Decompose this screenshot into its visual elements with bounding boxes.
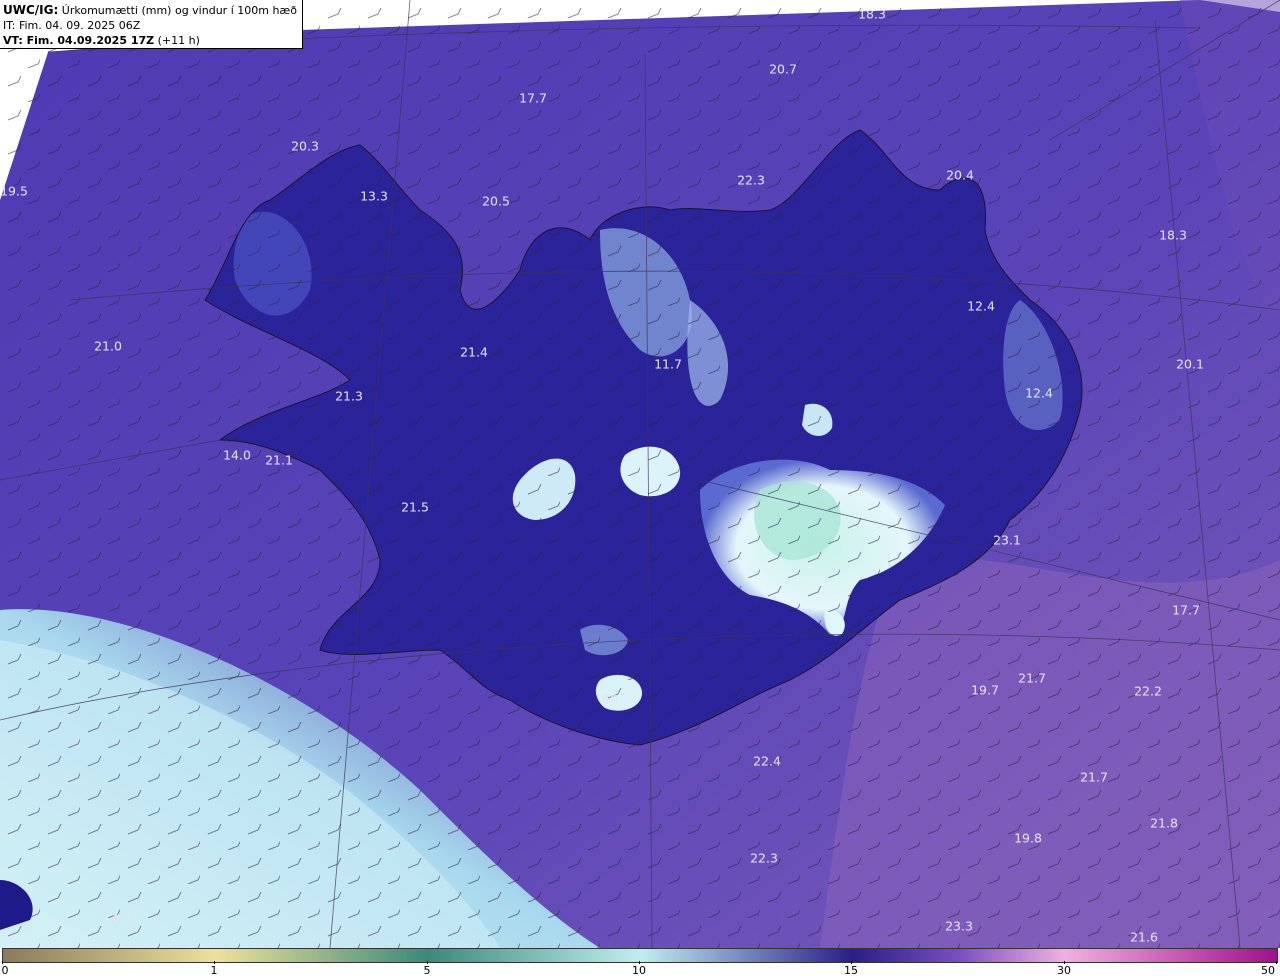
map-value-label: 21.4 — [460, 344, 488, 360]
map-value-label: 12.4 — [967, 298, 995, 314]
map-info-panel: UWC/IG: Úrkomumætti (mm) og vindur í 100… — [0, 0, 303, 49]
map-value-label: 21.1 — [265, 452, 293, 468]
map-value-label: 20.3 — [291, 138, 319, 154]
colorbar-tick-label: 50 — [1261, 964, 1275, 977]
colorbar-tick-label: 15 — [844, 964, 858, 977]
map-value-label: 14.3 — [103, 910, 131, 926]
map-value-label: 20.4 — [946, 167, 974, 183]
map-value-label: 19.5 — [0, 183, 28, 199]
map-value-label: 22.2 — [1134, 683, 1162, 699]
map-value-label: 13.3 — [360, 188, 388, 204]
colorbar: 0 1 5 10 15 30 50 — [0, 948, 1280, 978]
colorbar-tick-label: 30 — [1057, 964, 1071, 977]
colorbar-tick-label: 10 — [632, 964, 646, 977]
map-value-label: 22.4 — [753, 753, 781, 769]
map-title: UWC/IG: Úrkomumætti (mm) og vindur í 100… — [3, 3, 297, 17]
map-canvas — [0, 0, 1280, 948]
map-value-label: 20.5 — [482, 193, 510, 209]
map-value-label: 12.4 — [1025, 385, 1053, 401]
colorbar-tick-label: 1 — [210, 964, 218, 977]
map-value-label: 10 — [602, 691, 618, 707]
colorbar-tick-label: 5 — [423, 964, 431, 977]
map-value-label: 23.1 — [993, 532, 1021, 548]
map-value-label: 14.0 — [223, 447, 251, 463]
map-value-label: 21.8 — [1150, 815, 1178, 831]
map-value-label: 23.3 — [945, 918, 973, 934]
map-value-label: 11.7 — [654, 356, 682, 372]
map-value-label: 22.3 — [737, 172, 765, 188]
map-value-label: 21.7 — [1018, 670, 1046, 686]
map-value-label: 19.7 — [971, 682, 999, 698]
valid-time: VT: Fim. 04.09.2025 17Z (+11 h) — [3, 34, 200, 47]
map-value-label: 20.7 — [769, 61, 797, 77]
map-value-label: 18.3 — [1159, 227, 1187, 243]
map-value-label: 19.8 — [1014, 830, 1042, 846]
map-value-label: 18.3 — [858, 6, 886, 22]
map-value-label: 17.7 — [519, 90, 547, 106]
map-value-label: 20.1 — [1176, 356, 1204, 372]
map-value-label: 17.7 — [1172, 602, 1200, 618]
map-value-label: 21.7 — [1080, 769, 1108, 785]
colorbar-strip — [2, 948, 1278, 963]
map-value-label: 21.5 — [401, 499, 429, 515]
precipitation-map: UWC/IG: Úrkomumætti (mm) og vindur í 100… — [0, 0, 1280, 948]
map-value-label: 22.3 — [750, 850, 778, 866]
colorbar-tick-label: 0 — [1, 964, 9, 977]
init-time: IT: Fim. 04. 09. 2025 06Z — [3, 19, 141, 32]
map-value-label: 21.3 — [335, 388, 363, 404]
map-value-label: 21.0 — [94, 338, 122, 354]
map-value-label: 21.6 — [1130, 929, 1158, 945]
colorbar-tick-mark — [1276, 961, 1277, 964]
